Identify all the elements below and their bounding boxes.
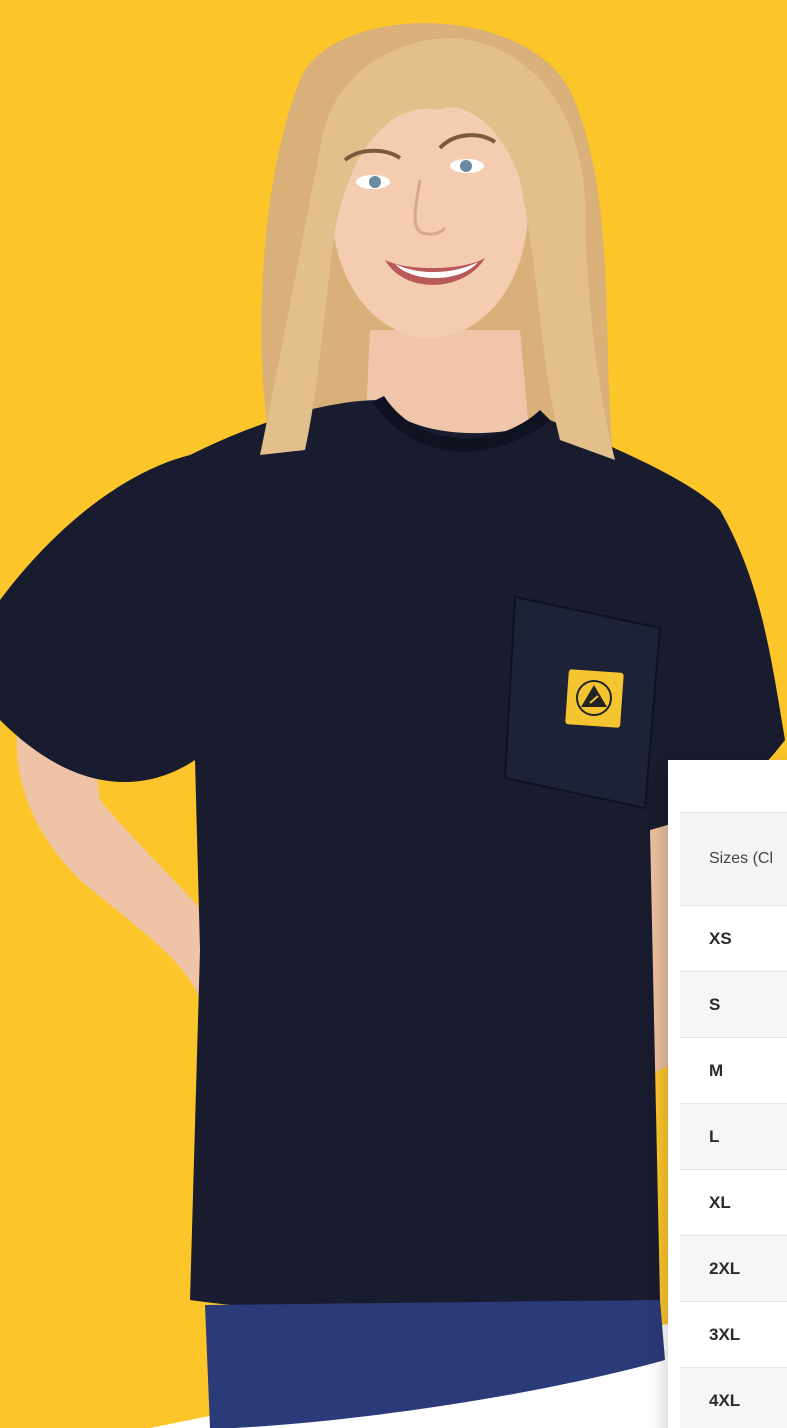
- pants: [205, 1300, 665, 1428]
- size-label: XL: [680, 1169, 787, 1236]
- size-label: 2XL: [680, 1235, 787, 1302]
- table-row: L: [680, 1103, 787, 1170]
- size-label: 4XL: [680, 1367, 787, 1428]
- table-row: 3XL: [680, 1301, 787, 1368]
- size-label: 3XL: [680, 1301, 787, 1368]
- size-label: XS: [680, 905, 787, 972]
- size-label: S: [680, 971, 787, 1038]
- table-row: XL: [680, 1169, 787, 1236]
- table-row: XS: [680, 905, 787, 972]
- table-row: M: [680, 1037, 787, 1104]
- product-hero: Sizes (Cl XS S M L XL 2XL 3XL 4XL: [0, 0, 787, 1428]
- table-row: 4XL: [680, 1367, 787, 1428]
- size-chart-header-row: Sizes (Cl: [680, 812, 787, 906]
- table-row: 2XL: [680, 1235, 787, 1302]
- size-chart-table: Sizes (Cl XS S M L XL 2XL 3XL 4XL: [680, 812, 787, 1428]
- size-chart-header: Sizes (Cl: [680, 812, 787, 906]
- size-label: M: [680, 1037, 787, 1104]
- esd-warning-icon: [565, 669, 624, 728]
- table-row: S: [680, 971, 787, 1038]
- size-label: L: [680, 1103, 787, 1170]
